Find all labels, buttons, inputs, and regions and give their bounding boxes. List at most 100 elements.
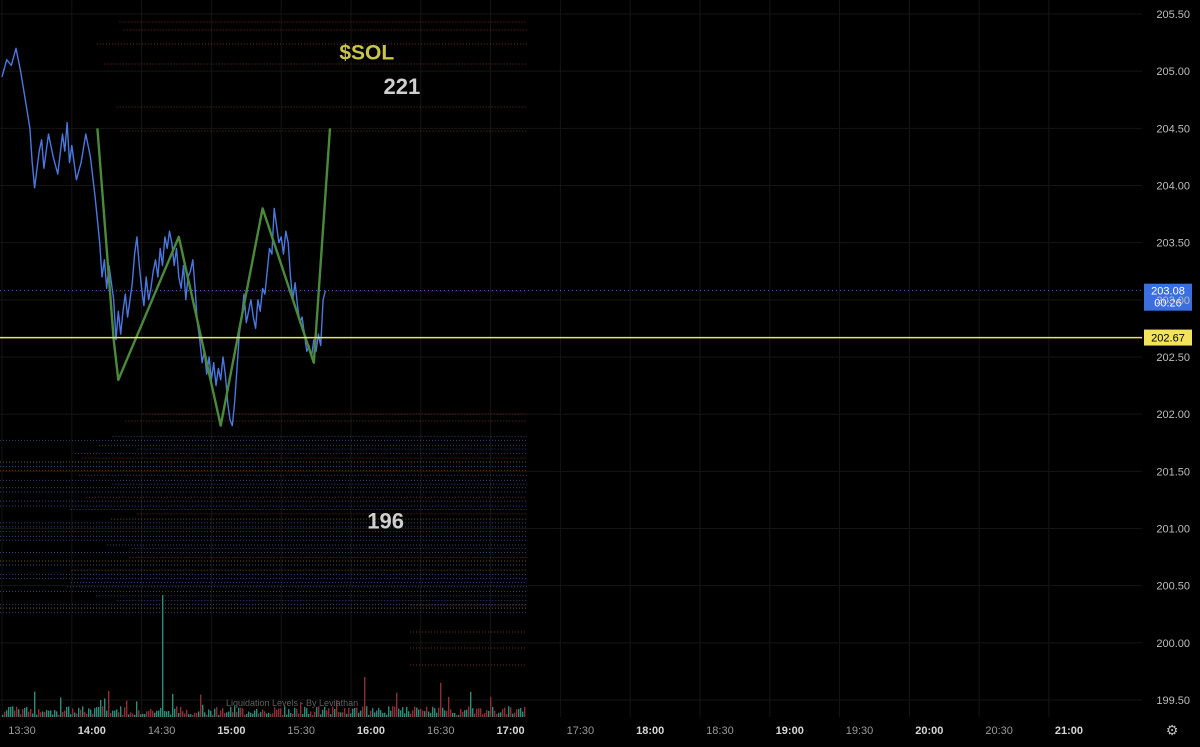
volume-bar (474, 713, 476, 717)
x-tick-label: 20:30 (985, 725, 1013, 737)
volume-bar (506, 714, 508, 717)
volume-bar (192, 714, 194, 717)
volume-bar (332, 706, 334, 717)
volume-bar (98, 707, 100, 717)
volume-bar (280, 708, 282, 717)
volume-bar (86, 713, 88, 717)
volume-bar (384, 712, 386, 717)
x-tick-label: 15:00 (217, 725, 245, 737)
volume-bar (456, 714, 458, 717)
volume-bar (176, 706, 178, 717)
y-tick-label: 204.00 (1156, 181, 1190, 193)
volume-bar (188, 714, 190, 717)
volume-bar (490, 696, 492, 717)
volume-bar (454, 713, 456, 717)
x-tick-label: 17:00 (496, 725, 524, 737)
volume-bar (452, 712, 454, 717)
volume-bar (374, 712, 376, 717)
volume-bar (382, 712, 384, 717)
volume-bar (230, 706, 232, 717)
volume-bar (208, 709, 210, 717)
x-tick-label: 21:00 (1055, 725, 1083, 737)
volume-bar (306, 708, 308, 717)
volume-bar (298, 713, 300, 717)
volume-bar (390, 710, 392, 717)
volume-bar (160, 707, 162, 717)
volume-bar (466, 709, 468, 717)
volume-bar (196, 712, 198, 717)
volume-bar (24, 707, 26, 717)
volume-bar (56, 711, 58, 717)
x-tick-label: 16:00 (357, 725, 385, 737)
volume-bar (266, 713, 268, 717)
volume-bar (114, 710, 116, 717)
volume-bar (84, 711, 86, 717)
volume-bar (64, 710, 66, 717)
volume-bar (238, 707, 240, 717)
x-tick-label: 14:00 (78, 725, 106, 737)
volume-bar (416, 707, 418, 717)
volume-bar (394, 706, 396, 717)
volume-bar (122, 714, 124, 717)
volume-bar (344, 708, 346, 717)
volume-bar (316, 707, 318, 717)
volume-bar (42, 711, 44, 717)
volume-bar (186, 709, 188, 717)
volume-bar (328, 708, 330, 717)
axes: 205.50 205.00 204.50 204.00 203.50 203.00 202.… (8, 9, 1190, 737)
volume-bar (304, 706, 306, 717)
volume-bar (340, 712, 342, 717)
volume-bar (156, 710, 158, 717)
volume-bar (482, 714, 484, 717)
volume-bar (502, 708, 504, 717)
volume-bar (128, 714, 130, 717)
volume-bar (442, 707, 444, 717)
x-tick-label: 14:30 (148, 725, 176, 737)
price-chart[interactable]: 202.67 203.08 00:26 $SOL 221 196 205.50 205.0… (0, 0, 1200, 742)
volume-bar (296, 708, 298, 717)
volume-bar (214, 708, 216, 717)
volume-bar (40, 712, 42, 717)
volume-bar (222, 708, 224, 717)
volume-bar (278, 708, 280, 717)
volume-bar (288, 709, 290, 717)
x-tick-label: 18:30 (706, 725, 734, 737)
volume-bar (22, 709, 24, 717)
volume-bar (102, 706, 104, 717)
x-tick-label: 19:00 (776, 725, 804, 737)
volume-bar (484, 713, 486, 717)
volume-bar (248, 711, 250, 717)
volume-bar (112, 710, 114, 717)
volume-bar (8, 706, 10, 717)
volume-bar (100, 700, 102, 717)
volume-bar (174, 708, 176, 717)
volume-bar (458, 714, 460, 717)
volume-bar (504, 707, 506, 717)
volume-bar (356, 707, 358, 717)
x-tick-label: 19:30 (846, 725, 874, 737)
volume-bar (324, 706, 326, 717)
volume-bar (366, 706, 368, 717)
volume-bar (228, 711, 230, 717)
volume-bar (488, 710, 490, 717)
volume-bar (522, 711, 524, 717)
volume-bar (412, 710, 414, 717)
indicator-label: Liquidation Levels - By Leviathan (226, 698, 358, 708)
chart-svg[interactable]: 202.67203.0800:26 $SOL 221 196 205.50 205.0… (0, 0, 1200, 742)
volume-bar (180, 706, 182, 717)
volume-bar (76, 713, 78, 717)
gear-icon[interactable]: ⚙ (1163, 721, 1181, 739)
volume-bar (432, 707, 434, 717)
volume-bar (472, 708, 474, 717)
volume-bar (480, 708, 482, 717)
volume-bar (74, 712, 76, 717)
volume-bar (70, 714, 72, 717)
volume-bar (478, 708, 480, 717)
volume-bar (396, 692, 398, 717)
volume-bar (294, 707, 296, 717)
volume-bar (368, 714, 370, 717)
volume-bar (28, 711, 30, 717)
volume-bar (146, 711, 148, 717)
volume-bar (492, 706, 494, 717)
volume-bar (16, 706, 18, 717)
